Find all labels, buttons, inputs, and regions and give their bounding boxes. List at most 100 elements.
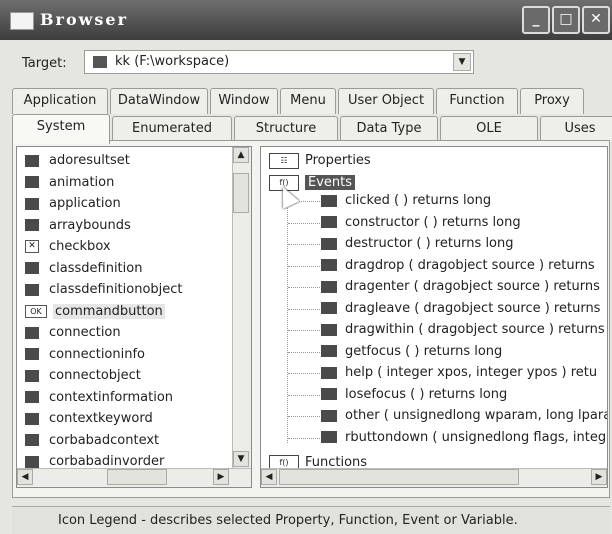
event-item[interactable]: getfocus ( ) returns long bbox=[321, 342, 502, 362]
target-select[interactable]: kk (F:\workspace) ▼ bbox=[84, 50, 474, 74]
list-item[interactable]: connectobject bbox=[25, 366, 141, 386]
list-item-label: application bbox=[49, 196, 121, 211]
tab-menu[interactable]: Menu bbox=[280, 88, 336, 114]
list-item[interactable]: arraybounds bbox=[25, 216, 131, 236]
target-value: kk (F:\workspace) bbox=[115, 54, 230, 69]
tab-ole[interactable]: OLE bbox=[440, 116, 538, 142]
tree-horizontal-scrollbar[interactable]: ◀ ▶ bbox=[261, 468, 607, 487]
tree-connector bbox=[288, 330, 320, 331]
tab-enumerated[interactable]: Enumerated bbox=[112, 116, 232, 142]
event-item[interactable]: clicked ( ) returns long bbox=[321, 191, 491, 211]
maximize-button[interactable]: □ bbox=[552, 6, 580, 34]
tree-connector bbox=[288, 222, 320, 224]
list-item[interactable]: corbabadcontext bbox=[25, 431, 159, 451]
scroll-right-icon[interactable]: ▶ bbox=[213, 469, 229, 485]
tab-proxy[interactable]: Proxy bbox=[520, 88, 584, 114]
hscroll-thumb[interactable] bbox=[107, 469, 167, 485]
list-item-label: contextkeyword bbox=[49, 411, 153, 426]
tree-node-properties[interactable]: ☷ Properties bbox=[269, 151, 371, 171]
event-item[interactable]: dragwithin ( dragobject source ) returns bbox=[321, 320, 605, 340]
list-item-label: connectioninfo bbox=[49, 346, 146, 362]
window-icon bbox=[10, 12, 34, 30]
tree-connector bbox=[288, 394, 320, 396]
scroll-right-icon[interactable]: ▶ bbox=[591, 469, 607, 485]
object-list[interactable]: adoresultset animation application arraybou… bbox=[16, 146, 252, 488]
event-item[interactable]: dragenter ( dragobject source ) returns bbox=[321, 277, 600, 297]
status-text: Icon Legend - describes selected Propert… bbox=[58, 513, 518, 528]
event-label: dragenter ( dragobject source ) returns bbox=[345, 279, 600, 294]
tab-uses[interactable]: Uses bbox=[540, 116, 612, 142]
scroll-thumb[interactable] bbox=[233, 173, 249, 213]
event-icon bbox=[321, 431, 337, 443]
tree-connector bbox=[288, 265, 320, 267]
list-item[interactable]: classdefinitionobject bbox=[25, 280, 183, 300]
event-label: other ( unsignedlong wparam, long lpara bbox=[345, 408, 608, 423]
scroll-left-icon[interactable]: ◀ bbox=[261, 469, 277, 485]
list-item[interactable]: ✕ checkbox bbox=[25, 237, 111, 257]
object-icon bbox=[25, 154, 39, 167]
close-button[interactable]: ✕ bbox=[582, 6, 610, 34]
event-item[interactable]: other ( unsignedlong wparam, long lpara bbox=[321, 406, 608, 426]
event-icon bbox=[321, 409, 337, 422]
event-item[interactable]: dragdrop ( dragobject source ) returns bbox=[321, 256, 595, 276]
event-item[interactable]: dragleave ( dragobject source ) returns bbox=[321, 299, 600, 319]
scroll-down-icon[interactable]: ▼ bbox=[233, 451, 249, 467]
event-label: constructor ( ) returns long bbox=[345, 214, 521, 230]
window-title: Browser bbox=[40, 10, 129, 29]
event-item[interactable]: constructor ( ) returns long bbox=[321, 213, 521, 233]
minimize-button[interactable]: _ bbox=[522, 6, 550, 34]
event-label: clicked ( ) returns long bbox=[345, 193, 492, 208]
target-label: Target: bbox=[22, 56, 67, 71]
tab-function[interactable]: Function bbox=[436, 88, 518, 114]
list-vertical-scrollbar[interactable]: ▲ ▼ bbox=[232, 147, 251, 469]
application-icon bbox=[25, 197, 39, 210]
tab-application[interactable]: Application bbox=[12, 88, 108, 114]
tab-window[interactable]: Window bbox=[210, 88, 278, 114]
event-label: destructor ( ) returns long bbox=[345, 236, 514, 251]
event-label: help ( integer xpos, integer ypos ) retu bbox=[345, 365, 598, 380]
event-icon bbox=[321, 323, 337, 336]
object-icon bbox=[25, 176, 39, 188]
hscroll-thumb[interactable] bbox=[279, 469, 519, 485]
list-item-label: classdefinition bbox=[49, 260, 143, 276]
event-label: dragwithin ( dragobject source ) returns bbox=[345, 322, 605, 337]
properties-label: Properties bbox=[305, 153, 371, 168]
list-horizontal-scrollbar[interactable]: ◀ ▶ bbox=[17, 468, 251, 487]
list-item[interactable]: application bbox=[25, 194, 121, 214]
event-item[interactable]: losefocus ( ) returns long bbox=[321, 385, 507, 405]
event-icon bbox=[321, 388, 337, 400]
event-icon bbox=[321, 280, 337, 293]
list-item[interactable]: animation bbox=[25, 173, 114, 193]
event-icon bbox=[321, 194, 337, 207]
member-tree[interactable]: ☷ Properties f() Events clicked ( ) return… bbox=[260, 146, 608, 488]
event-label: dragdrop ( dragobject source ) returns bbox=[345, 257, 595, 273]
object-icon bbox=[25, 369, 39, 382]
list-item-label: checkbox bbox=[49, 239, 111, 254]
list-item[interactable]: classdefinition bbox=[25, 259, 142, 279]
chevron-down-icon[interactable]: ▼ bbox=[453, 53, 471, 71]
tab-system[interactable]: System bbox=[12, 114, 110, 144]
browser-window: Browser _ □ ✕ Target: kk (F:\workspace) … bbox=[0, 0, 612, 534]
list-item-label: corbabadinvorder bbox=[49, 454, 165, 469]
list-item[interactable]: adoresultset bbox=[25, 151, 130, 171]
properties-icon: ☷ bbox=[269, 152, 299, 169]
event-item[interactable]: rbuttondown ( unsignedlong flags, integ bbox=[321, 428, 606, 448]
scroll-left-icon[interactable]: ◀ bbox=[17, 469, 33, 485]
scroll-up-icon[interactable]: ▲ bbox=[233, 147, 249, 163]
list-item[interactable]: contextinformation bbox=[25, 388, 173, 408]
object-icon bbox=[25, 455, 39, 468]
list-item[interactable]: contextkeyword bbox=[25, 409, 153, 429]
object-icon bbox=[25, 348, 39, 360]
tab-datawindow[interactable]: DataWindow bbox=[110, 88, 208, 114]
list-item[interactable]: connection bbox=[25, 323, 121, 343]
list-item[interactable]: OK commandbutton bbox=[25, 302, 165, 322]
event-item[interactable]: destructor ( ) returns long bbox=[321, 234, 514, 254]
tab-data-type[interactable]: Data Type bbox=[340, 116, 438, 142]
tab-user-object[interactable]: User Object bbox=[338, 88, 434, 114]
event-icon bbox=[321, 216, 337, 228]
list-item-label: animation bbox=[49, 174, 115, 190]
event-item[interactable]: help ( integer xpos, integer ypos ) retu bbox=[321, 363, 597, 383]
tab-structure[interactable]: Structure bbox=[234, 116, 338, 142]
list-item[interactable]: connectioninfo bbox=[25, 345, 145, 365]
database-icon bbox=[93, 56, 107, 68]
